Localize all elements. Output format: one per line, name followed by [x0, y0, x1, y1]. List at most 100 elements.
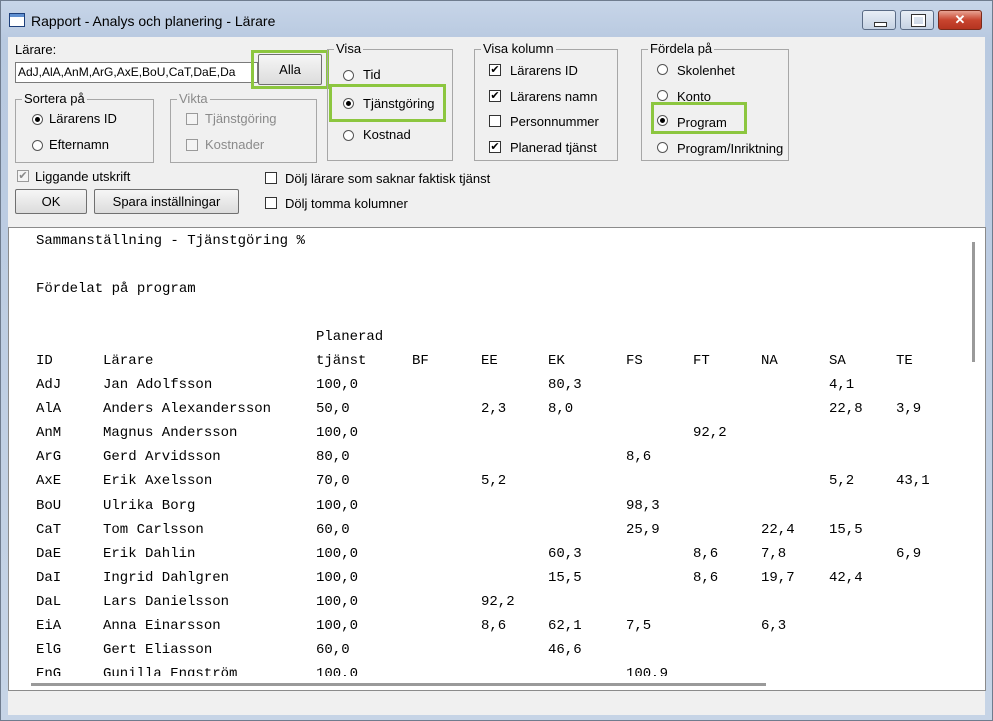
teachers-label: Lärare: [15, 42, 57, 57]
report-row-name: Anna Einarsson [103, 618, 221, 634]
report-column-header: NA [761, 353, 778, 369]
sort-by-lastname-label: Efternamn [49, 137, 109, 152]
minimize-icon [863, 11, 895, 29]
highlight-distribute-program [651, 102, 747, 134]
column-id-label: Lärarens ID [510, 63, 578, 78]
report-cell-value: 98,3 [626, 497, 660, 514]
highlight-all-button [251, 50, 329, 89]
report-cell-value: 60,0 [316, 642, 350, 659]
report-row-name: Ulrika Borg [103, 497, 196, 514]
weight-costs-label: Kostnader [205, 137, 265, 152]
report-row-name: Anders Alexandersson [103, 401, 272, 418]
report-cell-value: 25,9 [626, 521, 660, 538]
vertical-scrollbar[interactable] [968, 228, 985, 690]
title-bar[interactable]: Rapport - Analys och planering - Lärare … [1, 1, 992, 37]
report-cell-value: 100,0 [316, 545, 359, 562]
report-row-id: DaL [36, 593, 62, 610]
report-cell-value: 100,0 [316, 618, 359, 634]
sort-by-id-label: Lärarens ID [49, 111, 117, 126]
report-cell-value: 8,6 [481, 618, 507, 634]
column-name-label: Lärarens namn [510, 89, 598, 104]
report-row-id: AnM [36, 425, 62, 442]
report-cell-value: 100,0 [316, 377, 359, 393]
column-id-checkbox[interactable]: ✔ [489, 64, 501, 76]
report-column-header: FS [626, 353, 643, 369]
report-row-id: ElG [36, 642, 62, 659]
close-icon: ✕ [954, 12, 966, 27]
column-ssn-checkbox[interactable] [489, 115, 501, 127]
report-row-id: BoU [36, 497, 62, 514]
report-column-header: ID [36, 353, 53, 369]
report-cell-value: 43,1 [896, 473, 930, 490]
weight-service-checkbox[interactable] [186, 113, 198, 125]
maximize-icon [901, 11, 933, 29]
report-cell-value: 60,0 [316, 521, 350, 538]
maximize-button[interactable] [900, 10, 934, 30]
report-row-id: AdJ [36, 377, 62, 393]
teachers-input[interactable]: AdJ,AlA,AnM,ArG,AxE,BoU,CaT,DaE,Da [15, 62, 258, 83]
report-row-name: Gert Eliasson [103, 642, 213, 659]
report-cell-value: 22,4 [761, 521, 795, 538]
column-name-checkbox[interactable]: ✔ [489, 90, 501, 102]
distribute-program-orientation-radio[interactable] [657, 142, 668, 153]
report-cell-value: 2,3 [481, 401, 507, 418]
report-row-name: Magnus Andersson [103, 425, 238, 442]
show-time-label: Tid [363, 67, 381, 82]
show-group-label: Visa [334, 41, 364, 56]
landscape-checkbox[interactable]: ✔ [17, 170, 29, 182]
save-settings-button[interactable]: Spara inställningar [94, 189, 239, 214]
report-cell-value: 50,0 [316, 401, 350, 418]
report-cell-value: 22,8 [829, 401, 863, 418]
report-cell-value: 3,9 [896, 401, 922, 418]
window-title: Rapport - Analys och planering - Lärare [31, 13, 276, 29]
report-cell-value: 100,0 [316, 593, 359, 610]
report-cell-value: 6,3 [761, 618, 787, 634]
report-cell-value: 60,3 [548, 545, 582, 562]
report-cell-value: 7,5 [626, 618, 652, 634]
report-cell-value: 19,7 [761, 569, 795, 586]
close-button[interactable]: ✕ [938, 10, 982, 30]
weight-costs-checkbox[interactable] [186, 139, 198, 151]
app-window-icon [9, 13, 25, 27]
sort-by-id-radio[interactable] [32, 114, 43, 125]
distribute-account-radio[interactable] [657, 90, 668, 101]
distribute-school-radio[interactable] [657, 64, 668, 75]
vertical-scroll-thumb[interactable] [972, 242, 975, 362]
report-cell-value: 15,5 [548, 569, 582, 586]
report-cell-value: 62,1 [548, 618, 582, 634]
report-column-header: TE [896, 353, 913, 369]
report-cell-value: 92,2 [481, 593, 515, 610]
report-cell-value: 7,8 [761, 545, 787, 562]
report-cell-value: 46,6 [548, 642, 582, 659]
show-cost-radio[interactable] [343, 130, 354, 141]
report-row-name: Erik Dahlin [103, 545, 196, 562]
column-planned-checkbox[interactable]: ✔ [489, 141, 501, 153]
ok-button[interactable]: OK [15, 189, 87, 214]
report-header-planned: Planerad [316, 329, 384, 345]
minimize-button[interactable] [862, 10, 896, 30]
hide-empty-cols-checkbox[interactable] [265, 197, 277, 209]
horizontal-scrollbar[interactable] [9, 676, 985, 690]
report-cell-value: 100,0 [316, 569, 359, 586]
report-column-header: BF [412, 353, 429, 369]
hide-empty-cols-label: Dölj tomma kolumner [285, 196, 408, 211]
horizontal-scroll-thumb[interactable] [31, 683, 766, 686]
hide-no-actual-checkbox[interactable] [265, 172, 277, 184]
report-cell-value: 8,6 [693, 569, 719, 586]
report-row-id: ArG [36, 449, 62, 466]
weight-group-label: Vikta [177, 91, 210, 106]
report-cell-value: 80,0 [316, 449, 350, 466]
report-title: Sammanställning - Tjänstgöring % [36, 233, 305, 249]
report-view[interactable]: Sammanställning - Tjänstgöring % Fördelat… [8, 227, 986, 691]
sort-by-lastname-radio[interactable] [32, 140, 43, 151]
report-cell-value: 8,6 [693, 545, 719, 562]
report-column-header: EK [548, 353, 565, 369]
report-cell-value: 4,1 [829, 377, 855, 393]
report-row-name: Lars Danielsson [103, 593, 230, 610]
report-cell-value: 42,4 [829, 569, 863, 586]
report-cell-value: 15,5 [829, 521, 863, 538]
report-window: Rapport - Analys och planering - Lärare … [0, 0, 993, 721]
show-time-radio[interactable] [343, 70, 354, 81]
report-row-name: Jan Adolfsson [103, 377, 213, 393]
hide-no-actual-label: Dölj lärare som saknar faktisk tjänst [285, 171, 491, 186]
